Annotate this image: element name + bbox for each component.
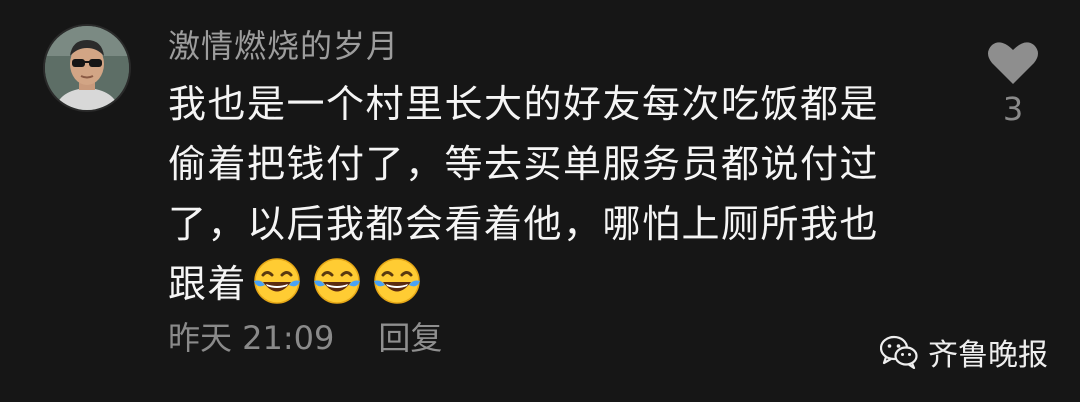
like-count: 3 <box>1002 90 1024 128</box>
comment-line: 偷着把钱付了，等去买单服务员都说付过 <box>168 142 880 186</box>
avatar-photo <box>45 26 129 110</box>
comment-line-text: 跟着 <box>168 262 248 306</box>
heart-icon <box>988 42 1038 84</box>
watermark-label: 齐鲁晚报 <box>928 338 1048 373</box>
laughing-crying-emoji <box>314 258 361 304</box>
comment-line: 了，以后我都会看着他，哪怕上厕所我也 <box>168 202 880 246</box>
like-button[interactable]: 3 <box>978 40 1048 128</box>
wechat-icon <box>880 335 918 369</box>
reply-button[interactable]: 回复 <box>378 313 442 359</box>
comment-text: 我也是一个村里长大的好友每次吃饭都是 偷着把钱付了，等去买单服务员都说付过 了，… <box>168 74 928 314</box>
comment-timestamp: 昨天 21:09 <box>168 319 335 357</box>
laughing-crying-emoji <box>254 258 301 304</box>
comment-line: 我也是一个村里长大的好友每次吃饭都是 <box>168 82 880 126</box>
laughing-crying-emoji <box>374 258 421 304</box>
avatar[interactable] <box>43 24 131 112</box>
watermark: 齐鲁晚报 <box>880 330 1048 374</box>
comment-username[interactable]: 激情燃烧的岁月 <box>168 22 399 70</box>
comment-line-last: 跟着 <box>168 254 928 314</box>
comment-meta: 昨天 21:09 回复 <box>168 312 442 360</box>
